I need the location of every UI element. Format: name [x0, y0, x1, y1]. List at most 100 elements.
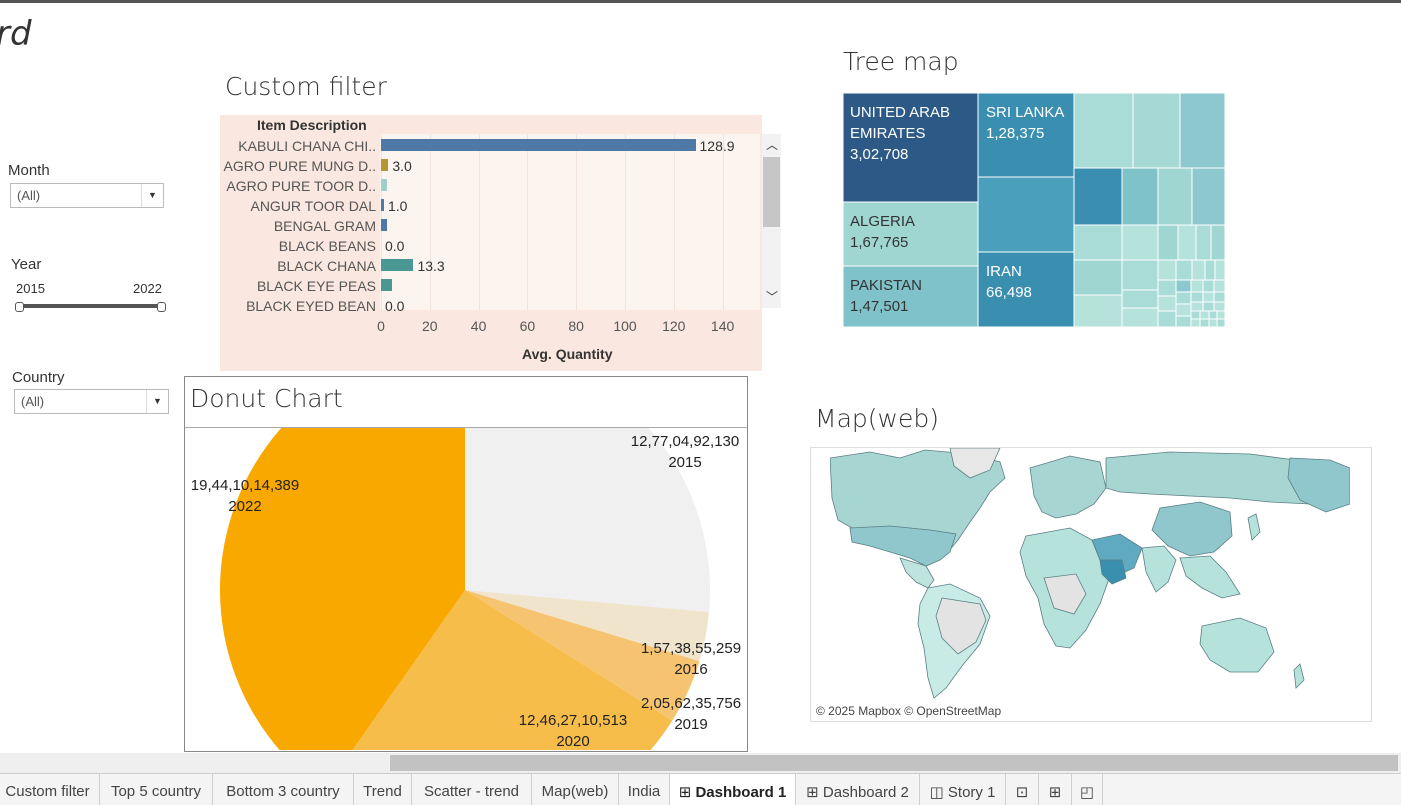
pie-label-value: 1,57,38,55,259	[640, 640, 742, 657]
bar-category-label: BLACK EYE PEAS	[256, 278, 376, 294]
treemap-cell	[1121, 307, 1159, 327]
treemap-cell	[1191, 259, 1206, 281]
custom-filter-title: Custom filter	[225, 72, 387, 101]
treemap-cell	[1073, 294, 1123, 327]
treemap-cell	[1175, 303, 1192, 317]
bar[interactable]	[381, 139, 696, 151]
bar-x-tick-label: 140	[710, 318, 735, 334]
pie-label-year: 2016	[674, 661, 708, 678]
treemap-cell	[1214, 259, 1225, 281]
tab-map-web[interactable]: Map(web)	[532, 774, 619, 805]
treemap-cell	[1157, 259, 1177, 281]
bar-gridline	[478, 134, 480, 310]
bar[interactable]	[381, 179, 388, 191]
year-slider-min-handle[interactable]	[15, 302, 24, 312]
world-map[interactable]	[830, 448, 1350, 708]
dashboard-canvas: rd Month (All) ▼ Year 2015 2022 Country …	[0, 0, 1401, 805]
dashboard-hscroll-thumb[interactable]	[390, 755, 1398, 771]
tab-story-1[interactable]: ◫ Story 1	[920, 774, 1006, 805]
pie-label-value: 2,05,62,35,756	[640, 695, 742, 712]
treemap-cell	[1157, 167, 1193, 226]
year-slider-max: 2022	[133, 281, 162, 296]
bar[interactable]	[381, 259, 414, 271]
treemap-label-name: ALGERIA	[850, 213, 916, 230]
treemap-label-name: SRI LANKA	[986, 104, 1065, 121]
tab-top-5-country[interactable]: Top 5 country	[100, 774, 213, 805]
tree-map-title: Tree map	[843, 47, 959, 76]
india-shape	[1141, 545, 1177, 593]
new-zealand-shape	[1293, 663, 1305, 689]
chevron-down-icon[interactable]: ▼	[141, 184, 163, 207]
tab-dashboard-2[interactable]: ⊞ Dashboard 2	[796, 774, 920, 805]
treemap-cell	[1175, 315, 1192, 327]
bar-category-label: AGRO PURE TOOR D..	[226, 178, 376, 194]
bar-value-label: 0.0	[385, 238, 405, 254]
treemap-cell	[1190, 301, 1204, 312]
treemap-cell	[1179, 93, 1225, 169]
treemap-cell	[1190, 291, 1204, 303]
month-dropdown[interactable]: (All) ▼	[10, 183, 164, 208]
tab-india[interactable]: India	[619, 774, 670, 805]
chevron-up-icon[interactable]: ︿	[766, 136, 778, 153]
tab-dashboard-1[interactable]: ⊞ Dashboard 1	[670, 774, 796, 805]
bar[interactable]	[381, 199, 384, 211]
bar-category-label: AGRO PURE MUNG D..	[223, 158, 376, 174]
treemap-label-name: PAKISTAN	[850, 277, 922, 294]
bar-category-label: KABULI CHANA CHI..	[238, 138, 376, 154]
chevron-down-icon[interactable]: ﹀	[766, 288, 778, 305]
treemap-label-name: UNITED ARAB EMIRATES	[850, 104, 951, 142]
treemap-cell	[1121, 289, 1159, 309]
tab-label: Scatter - trend	[423, 783, 520, 800]
treemap-cell	[1190, 279, 1204, 293]
dashboard-title: rd	[0, 14, 32, 54]
europe-shape	[1029, 455, 1107, 519]
bar-plot-area	[380, 134, 760, 310]
year-slider-max-handle[interactable]	[157, 302, 166, 312]
treemap-label-value: 1,67,765	[850, 234, 909, 251]
treemap-cell	[1073, 93, 1134, 169]
bar[interactable]	[381, 219, 388, 231]
treemap-cell	[1157, 310, 1177, 327]
treemap-label-name: IRAN	[986, 263, 1022, 280]
donut-chart-title: Donut Chart	[190, 384, 343, 413]
bar-value-label: 13.3	[417, 258, 445, 274]
tab-scatter-trend[interactable]: Scatter - trend	[412, 774, 532, 805]
treemap-cell	[1157, 279, 1177, 297]
treemap-cell	[1216, 318, 1225, 327]
tab-trend[interactable]: Trend	[354, 774, 412, 805]
treemap-cell	[1177, 224, 1197, 261]
treemap-label-uae: UNITED ARAB EMIRATES 3,02,708	[850, 102, 975, 165]
treemap-cell	[1190, 318, 1201, 327]
treemap-cell	[1202, 279, 1215, 293]
new-worksheet-icon[interactable]: ⊡	[1006, 774, 1039, 805]
treemap-cell	[1157, 224, 1179, 261]
treemap-label-value: 3,02,708	[850, 146, 909, 163]
treemap-cell	[1199, 310, 1210, 320]
year-slider-track[interactable]	[18, 304, 164, 308]
bar-x-tick-label: 0	[377, 318, 385, 334]
country-dropdown-value: (All)	[21, 394, 45, 409]
new-dashboard-icon[interactable]: ⊞	[1039, 774, 1072, 805]
sheet-tab-bar: Custom filter Top 5 country Bottom 3 cou…	[0, 773, 1401, 805]
tab-bottom-3-country[interactable]: Bottom 3 country	[213, 774, 354, 805]
bar-value-label: 1.0	[388, 198, 408, 214]
treemap-cell	[1175, 291, 1192, 305]
map-attribution[interactable]: © 2025 Mapbox © OpenStreetMap	[816, 704, 1001, 718]
chevron-down-icon[interactable]: ▼	[146, 390, 168, 413]
month-filter-label: Month	[8, 162, 50, 179]
new-story-icon[interactable]: ◰	[1072, 774, 1103, 805]
treemap-label-algeria: ALGERIA 1,67,765	[850, 211, 975, 253]
bar-scrollbar-thumb[interactable]	[763, 157, 780, 227]
pie-label-value: 12,77,04,92,130	[630, 433, 740, 450]
tab-label: Map(web)	[541, 783, 609, 800]
japan-shape	[1247, 513, 1261, 541]
tab-custom-filter[interactable]: Custom filter	[0, 774, 100, 805]
tab-label: Trend	[363, 783, 402, 800]
bar[interactable]	[381, 159, 389, 171]
bar[interactable]	[381, 279, 392, 291]
country-dropdown[interactable]: (All) ▼	[14, 389, 169, 414]
tab-label: Bottom 3 country	[226, 783, 340, 800]
tab-label: India	[627, 783, 661, 800]
treemap-cell	[1213, 279, 1225, 293]
treemap-label-value: 1,28,375	[986, 125, 1045, 142]
